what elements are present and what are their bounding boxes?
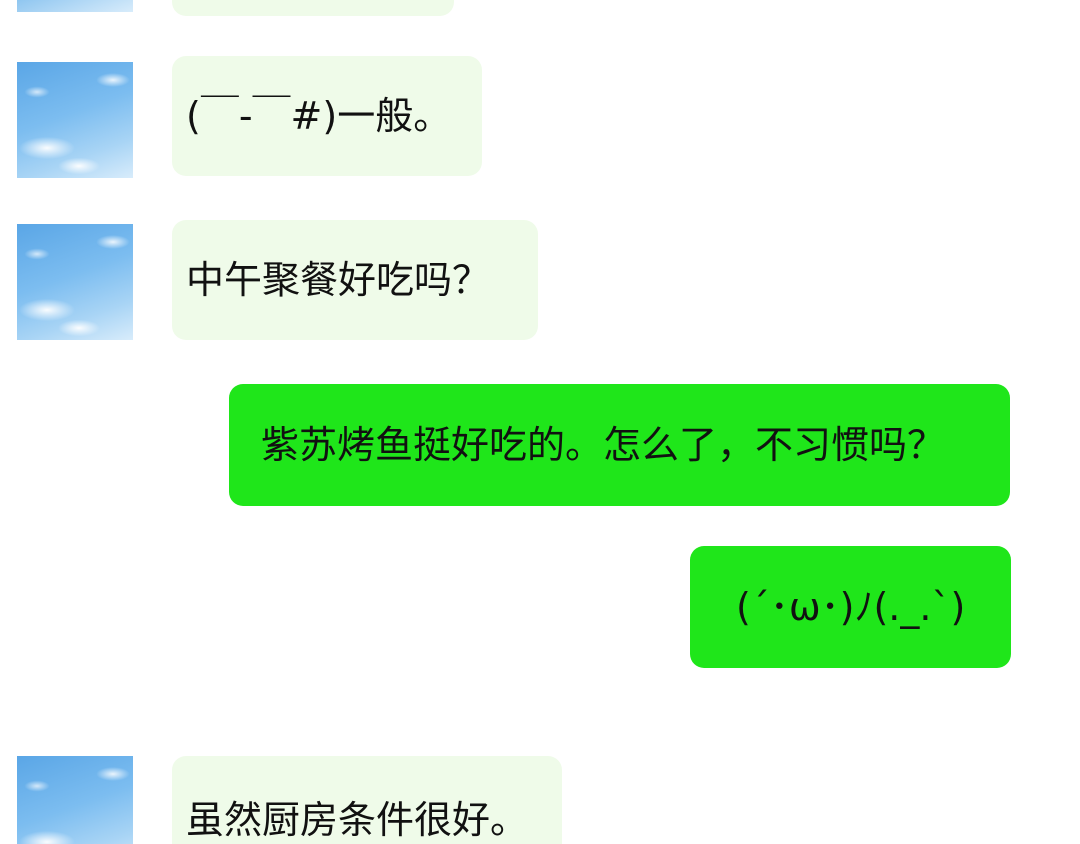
message-text: 紫苏烤鱼挺好吃的。怎么了，不习惯吗？ [261, 423, 946, 467]
message-text: (￣-￣#)一般。 [186, 94, 452, 138]
outgoing-message-bubble[interactable]: 紫苏烤鱼挺好吃的。怎么了，不习惯吗？ [229, 384, 1010, 506]
contact-avatar[interactable] [17, 756, 133, 844]
incoming-message-bubble[interactable]: 中午聚餐好吃吗？ [172, 220, 538, 340]
contact-avatar[interactable] [17, 224, 133, 340]
chat-conversation: (￣-￣#)一般。 中午聚餐好吃吗？ 紫苏烤鱼挺好吃的。怎么了，不习惯吗？ (´… [0, 0, 1080, 844]
message-bubble-partial[interactable] [172, 0, 454, 16]
avatar-partial[interactable] [17, 0, 133, 12]
incoming-message-bubble[interactable]: 虽然厨房条件很好。 [172, 756, 562, 844]
message-text: 中午聚餐好吃吗？ [186, 258, 491, 302]
message-text: (´･ω･)ﾉ(._.`) [736, 585, 966, 629]
message-text: 虽然厨房条件很好。 [186, 798, 529, 842]
outgoing-message-bubble[interactable]: (´･ω･)ﾉ(._.`) [690, 546, 1011, 668]
contact-avatar[interactable] [17, 62, 133, 178]
incoming-message-bubble[interactable]: (￣-￣#)一般。 [172, 56, 482, 176]
